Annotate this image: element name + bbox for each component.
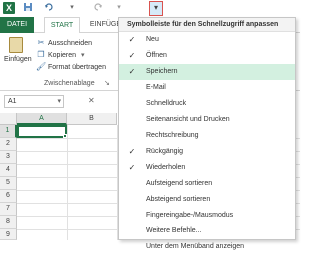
cancel-icon[interactable]: ✕ — [88, 96, 95, 105]
menu-item-label: E-Mail — [146, 84, 166, 91]
clipboard-group-label: Zwischenablage — [44, 80, 95, 87]
menu-item-label: Öffnen — [146, 52, 167, 59]
row-header-4[interactable]: 4 — [0, 164, 17, 177]
check-icon: ✓ — [128, 67, 136, 76]
menu-item-label: Schnelldruck — [146, 100, 187, 107]
menu-item-weitere-befehle[interactable]: Weitere Befehle... — [119, 223, 295, 239]
menu-item-label: Speichern — [146, 68, 178, 75]
menu-item-aufsteigend-sortieren[interactable]: Aufsteigend sortieren — [119, 176, 295, 192]
row-header-1[interactable]: 1 — [0, 125, 17, 138]
menu-item-rueckgaengig[interactable]: ✓ Rückgängig — [119, 144, 295, 160]
copy-label: Kopieren — [48, 52, 77, 59]
copy-icon: ❐ — [37, 50, 45, 59]
redo-dropdown-icon[interactable]: ▾ — [115, 2, 123, 14]
menu-item-label: Neu — [146, 36, 159, 43]
selected-cell-a1[interactable] — [17, 125, 67, 138]
copy-dropdown-icon[interactable]: ▾ — [81, 52, 85, 59]
menu-item-fingereingabe[interactable]: Fingereingabe-/Mausmodus — [119, 208, 295, 224]
menu-item-label: Aufsteigend sortieren — [146, 180, 213, 187]
menu-item-neu[interactable]: ✓ Neu — [119, 32, 295, 48]
column-header-a[interactable]: A — [17, 113, 67, 125]
save-icon[interactable] — [22, 2, 34, 14]
quick-access-toolbar: X ▾ ▾ ▾ — [0, 0, 300, 17]
name-box-value: A1 — [8, 98, 17, 105]
clipboard-launcher-icon[interactable]: ↘ — [104, 79, 110, 87]
menu-item-label: Wiederholen — [146, 164, 186, 171]
menu-item-label: Seitenansicht und Drucken — [146, 116, 230, 123]
format-painter-icon: 🖌 — [36, 62, 47, 71]
column-header-b[interactable]: B — [67, 113, 117, 125]
copy-button[interactable]: ❐ Kopieren ▾ — [36, 49, 85, 60]
name-box-dropdown-icon[interactable]: ▾ — [57, 96, 61, 107]
row-header-3[interactable]: 3 — [0, 151, 17, 164]
menu-item-oeffnen[interactable]: ✓ Öffnen — [119, 48, 295, 64]
menu-item-label: Rechtschreibung — [146, 132, 199, 139]
cut-label: Ausschneiden — [48, 40, 92, 47]
customize-qat-icon: ▾ — [153, 3, 158, 12]
row-header-8[interactable]: 8 — [0, 216, 17, 229]
menu-item-wiederholen[interactable]: ✓ Wiederholen — [119, 160, 295, 176]
paste-button-label[interactable]: Einfügen — [4, 56, 32, 63]
menu-item-rechtschreibung[interactable]: Rechtschreibung — [119, 128, 295, 144]
undo-icon[interactable] — [43, 2, 55, 14]
format-painter-button[interactable]: 🖌 Format übertragen — [36, 61, 106, 72]
customize-qat-menu: Symbolleiste für den Schnellzugriff anpa… — [118, 17, 296, 250]
row-header-5[interactable]: 5 — [0, 177, 17, 190]
menu-item-label: Unter dem Menüband anzeigen — [146, 243, 245, 250]
menu-title: Symbolleiste für den Schnellzugriff anpa… — [119, 18, 295, 32]
fill-handle[interactable] — [63, 134, 67, 138]
menu-item-label: Rückgängig — [146, 148, 183, 155]
menu-item-seitenansicht[interactable]: Seitenansicht und Drucken — [119, 112, 295, 128]
row-header-2[interactable]: 2 — [0, 138, 17, 151]
menu-item-speichern[interactable]: ✓ Speichern — [119, 64, 295, 80]
tab-file[interactable]: DATEI — [0, 17, 34, 33]
menu-item-label: Fingereingabe-/Mausmodus — [146, 212, 234, 219]
excel-app-icon[interactable]: X — [3, 2, 15, 14]
menu-item-schnelldruck[interactable]: Schnelldruck — [119, 96, 295, 112]
check-icon: ✓ — [128, 147, 136, 156]
check-icon: ✓ — [128, 35, 136, 44]
cut-button[interactable]: ✂ Ausschneiden — [36, 37, 92, 48]
select-all-corner[interactable] — [0, 113, 17, 125]
customize-qat-button[interactable]: ▾ — [149, 1, 163, 16]
row-header-9[interactable]: 9 — [0, 229, 17, 240]
check-icon: ✓ — [128, 163, 136, 172]
menu-item-label: Weitere Befehle... — [146, 227, 202, 234]
tab-start[interactable]: START — [44, 17, 80, 33]
name-box[interactable]: A1 ▾ — [4, 95, 64, 108]
undo-dropdown-icon[interactable]: ▾ — [68, 2, 76, 14]
row-header-7[interactable]: 7 — [0, 203, 17, 216]
menu-item-absteigend-sortieren[interactable]: Absteigend sortieren — [119, 192, 295, 208]
menu-item-label: Absteigend sortieren — [146, 196, 211, 203]
scissors-icon: ✂ — [37, 38, 45, 47]
paste-icon[interactable] — [9, 37, 23, 53]
redo-icon[interactable] — [92, 2, 104, 14]
menu-item-email[interactable]: E-Mail — [119, 80, 295, 96]
row-header-6[interactable]: 6 — [0, 190, 17, 203]
check-icon: ✓ — [128, 51, 136, 60]
column-divider — [67, 125, 68, 240]
format-painter-label: Format übertragen — [48, 64, 106, 71]
